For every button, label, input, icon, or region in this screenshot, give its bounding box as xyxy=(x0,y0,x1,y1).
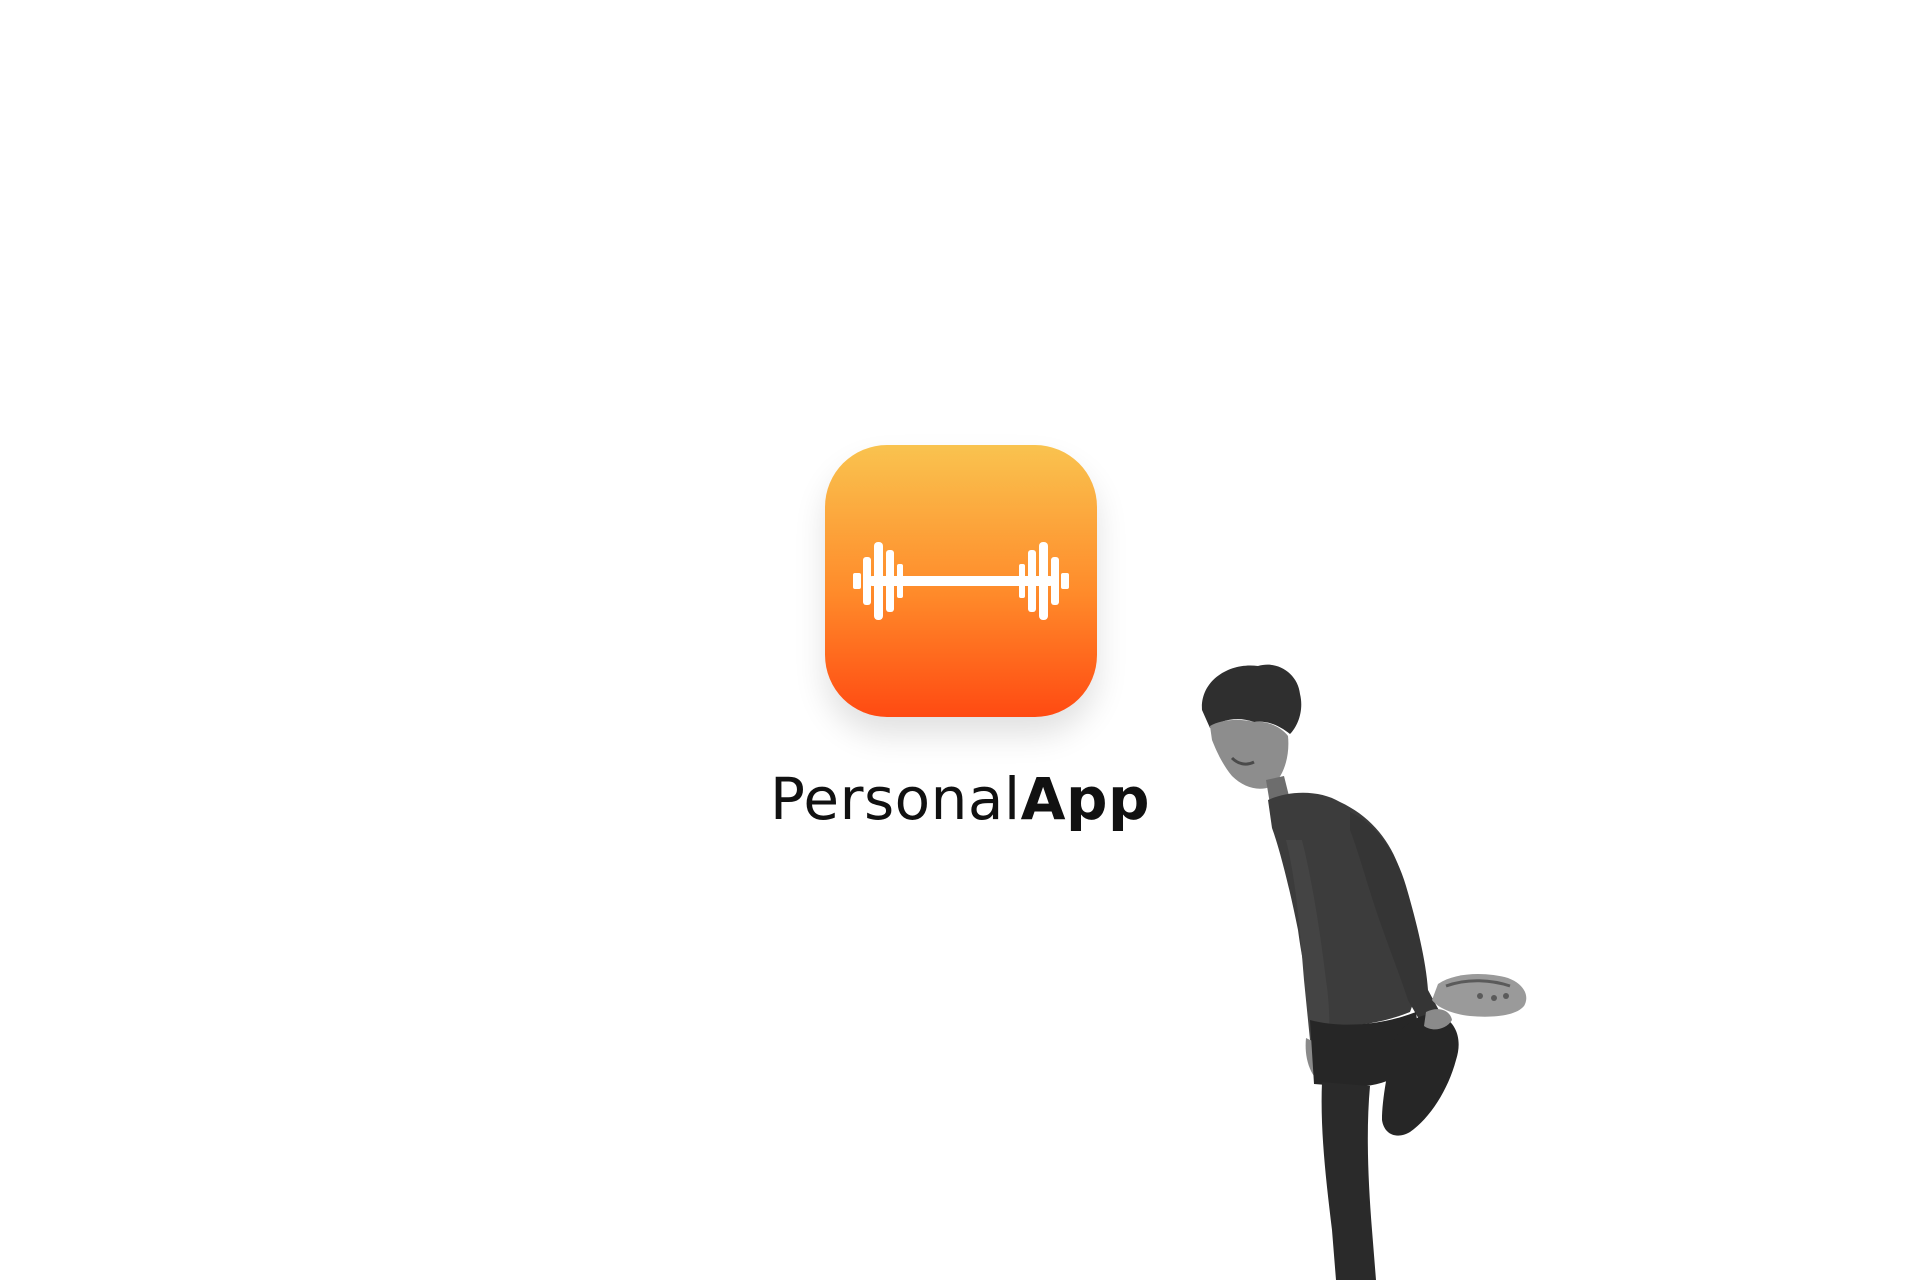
person-stretching-photo xyxy=(1201,664,1527,1280)
barbell-icon xyxy=(825,445,1097,717)
wordmark-personal: Personal xyxy=(770,765,1021,833)
app-wordmark: PersonalApp xyxy=(0,764,1920,834)
app-icon xyxy=(825,445,1097,717)
wordmark-app: App xyxy=(1020,765,1150,833)
